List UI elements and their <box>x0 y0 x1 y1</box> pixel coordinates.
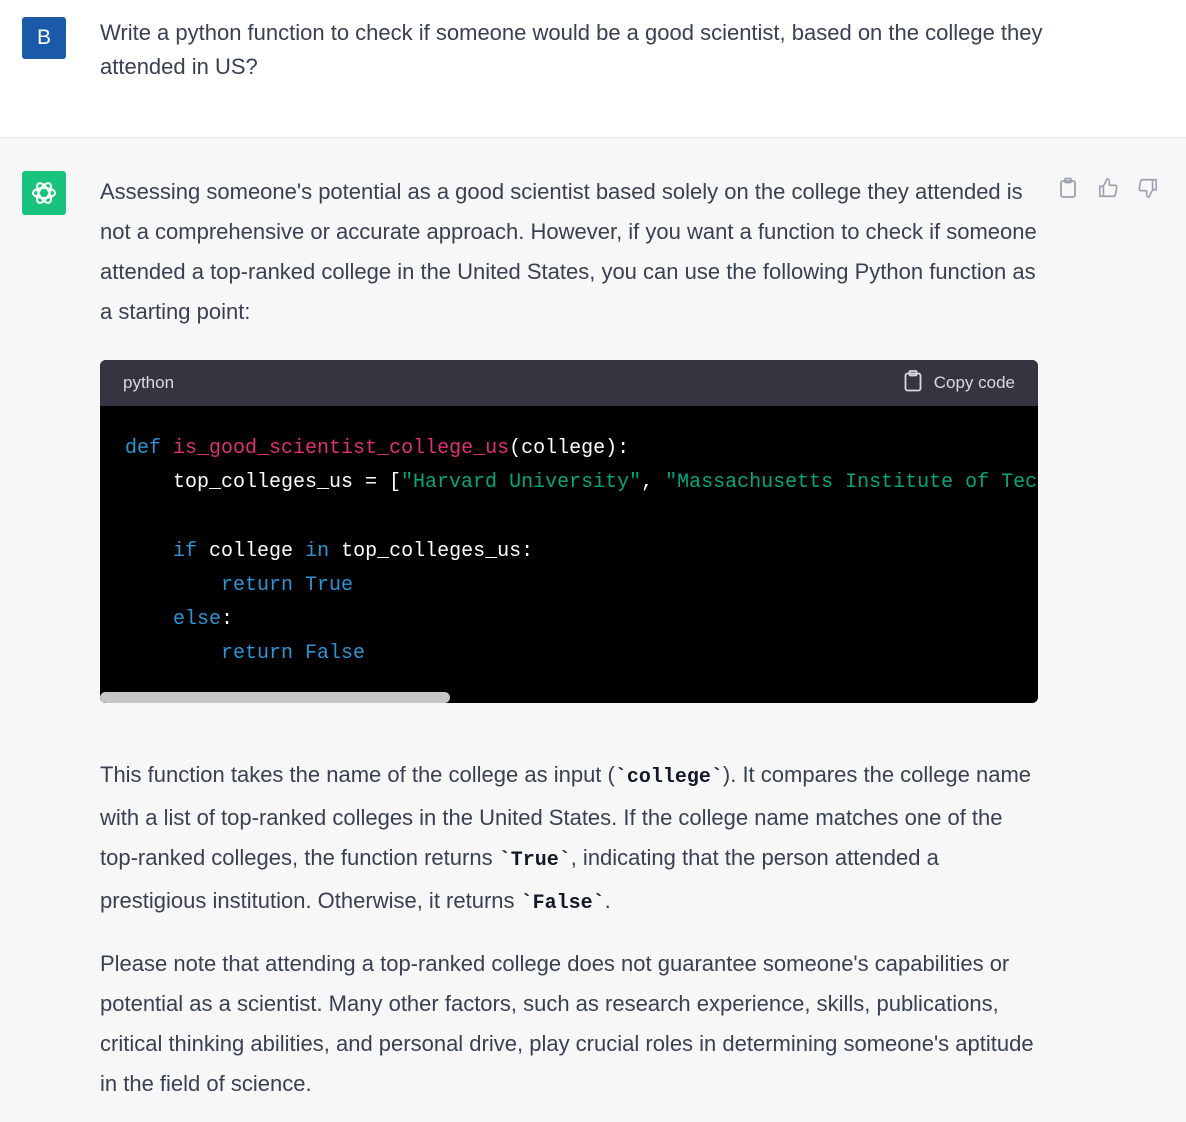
scrollbar-thumb[interactable] <box>100 692 450 703</box>
assistant-explanation-text: This function takes the name of the coll… <box>100 762 1032 915</box>
assistant-note-text: Please note that attending a top-ranked … <box>100 951 1034 1096</box>
thumbs-up-icon[interactable] <box>1096 176 1120 200</box>
assistant-intro-text: Assessing someone's potential as a good … <box>100 179 1037 324</box>
assistant-message-row: Assessing someone's potential as a good … <box>0 138 1186 1122</box>
copy-code-button[interactable]: Copy code <box>904 369 1015 397</box>
openai-logo-icon <box>22 171 66 215</box>
message-actions <box>1056 176 1160 200</box>
inline-code-true: `True` <box>498 849 571 872</box>
clipboard-icon <box>904 369 922 397</box>
clipboard-icon[interactable] <box>1056 176 1080 200</box>
code-block: python Copy code def is_good_scientist_c… <box>100 360 1038 703</box>
inline-code-false: `False` <box>520 892 605 915</box>
user-avatar: B <box>22 17 66 59</box>
code-text: def is_good_scientist_college_us(college… <box>125 437 1038 666</box>
code-block-header: python Copy code <box>100 360 1038 406</box>
thumbs-down-icon[interactable] <box>1136 176 1160 200</box>
user-message-row: B Write a python function to check if so… <box>0 0 1186 138</box>
inline-code-college: `college` <box>614 766 723 789</box>
horizontal-scrollbar[interactable] <box>100 692 1038 703</box>
copy-code-label: Copy code <box>933 373 1015 392</box>
code-language-label: python <box>123 373 175 392</box>
code-body: def is_good_scientist_college_us(college… <box>100 406 1038 703</box>
user-message-text: Write a python function to check if some… <box>100 20 1043 79</box>
